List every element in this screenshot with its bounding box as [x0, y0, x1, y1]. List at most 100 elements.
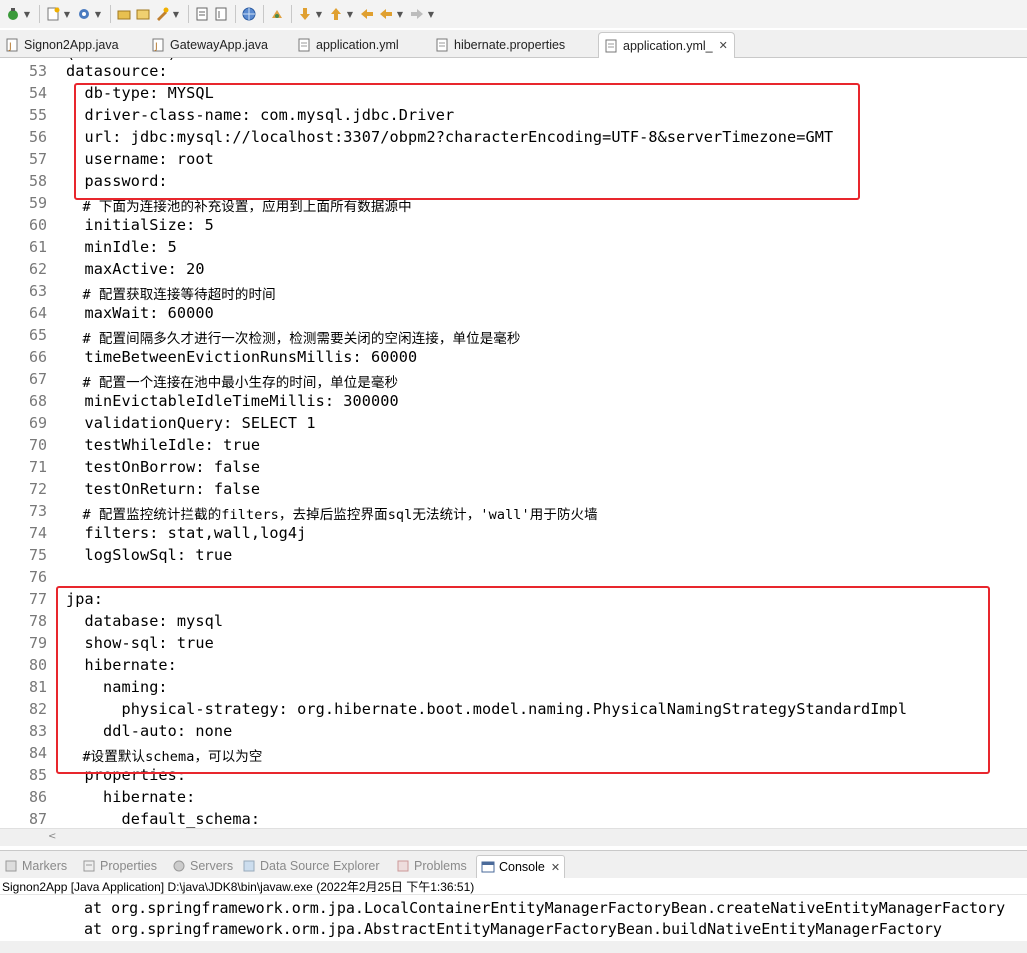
view-tab-console[interactable]: Console ✕ — [476, 855, 566, 878]
line-number: 59 — [28, 194, 47, 212]
chevron-down-icon[interactable]: ▼ — [94, 5, 102, 23]
java-file-icon: J — [152, 38, 164, 52]
prev-annotation-icon[interactable] — [327, 5, 345, 23]
view-tab-label: Problems — [414, 859, 467, 873]
main-toolbar: ▼ ▼ ▼ ▼ ▼ ▼ ▼ ▼ — [0, 0, 1027, 28]
line-number: 81 — [28, 678, 47, 696]
next-annotation-icon[interactable] — [296, 5, 314, 23]
search-icon[interactable] — [268, 5, 286, 23]
last-edit-icon[interactable] — [358, 5, 376, 23]
data-source-icon — [242, 859, 256, 873]
scroll-left-icon[interactable]: < — [48, 831, 56, 842]
code-line: hibernate: — [66, 788, 196, 806]
globe-icon[interactable] — [240, 5, 258, 23]
chevron-down-icon[interactable]: ▼ — [427, 5, 435, 23]
settings-icon[interactable] — [75, 5, 93, 23]
chevron-down-icon[interactable]: ▼ — [396, 5, 404, 23]
line-number: 73 — [28, 502, 47, 520]
horizontal-scrollbar[interactable]: < — [0, 828, 1027, 846]
line-number: 64 — [28, 304, 47, 322]
line-number: 82 — [28, 700, 47, 718]
view-tab-problems[interactable]: Problems — [396, 855, 467, 877]
console-output[interactable]: at org.springframework.orm.jpa.LocalCont… — [0, 895, 1027, 941]
view-tab-data-source-explorer[interactable]: Data Source Explorer — [242, 855, 380, 877]
back-icon[interactable] — [377, 5, 395, 23]
open-folder-icon[interactable] — [115, 5, 133, 23]
code-line: testOnBorrow: false — [66, 458, 261, 476]
tab-label: application.yml — [316, 38, 399, 52]
forward-icon[interactable] — [408, 5, 426, 23]
outline-icon[interactable] — [212, 5, 230, 23]
toolbar-separator — [188, 5, 189, 23]
line-number: 67 — [28, 370, 47, 388]
bottom-view-tabs: Markers Properties Servers Data Source E… — [0, 850, 1027, 878]
tab-application-yml[interactable]: application.yml — [298, 32, 399, 58]
chevron-down-icon[interactable]: ▼ — [172, 5, 180, 23]
build-icon[interactable] — [153, 5, 171, 23]
line-number: 53 — [28, 62, 47, 80]
code-line: maxWait: 60000 — [66, 304, 214, 322]
new-icon[interactable] — [44, 5, 62, 23]
tab-label: application.yml_ — [623, 38, 713, 53]
console-process-label: Signon2App [Java Application] D:\java\JD… — [0, 878, 1027, 895]
line-number: 80 — [28, 656, 47, 674]
chevron-down-icon[interactable]: ▼ — [63, 5, 71, 23]
line-number: 70 — [28, 436, 47, 454]
java-file-icon: J — [6, 38, 18, 52]
debug-icon[interactable] — [4, 5, 22, 23]
line-number: 84 — [28, 744, 47, 762]
tab-application-yml-active[interactable]: application.yml_ ✕ — [598, 32, 735, 58]
chevron-down-icon[interactable]: ▼ — [346, 5, 354, 23]
view-tab-properties[interactable]: Properties — [82, 855, 157, 877]
code-line: testOnReturn: false — [66, 480, 261, 498]
open-file-icon[interactable] — [134, 5, 152, 23]
highlight-box-jpa — [56, 586, 990, 774]
servers-icon — [172, 859, 186, 873]
chevron-down-icon[interactable]: ▼ — [315, 5, 323, 23]
tab-gatewayapp-java[interactable]: J GatewayApp.java — [152, 32, 268, 58]
line-number: 75 — [28, 546, 47, 564]
line-number: 71 — [28, 458, 47, 476]
line-number: 62 — [28, 260, 47, 278]
line-number: 63 — [28, 282, 47, 300]
view-tab-markers[interactable]: Markers — [4, 855, 67, 877]
close-icon[interactable]: ✕ — [719, 39, 728, 52]
console-icon — [481, 860, 495, 874]
code-line: timeBetweenEvictionRunsMillis: 60000 — [66, 348, 418, 366]
line-number: 74 — [28, 524, 47, 542]
highlight-box-datasource — [74, 83, 860, 200]
line-number: 72 — [28, 480, 47, 498]
console-horizontal-scrollbar[interactable] — [0, 941, 1027, 953]
tab-hibernate-properties[interactable]: hibernate.properties — [436, 32, 565, 58]
code-comment-line: # 配置一个连接在池中最小生存的时间，单位是毫秒 — [66, 375, 399, 391]
code-comment-line: # 配置获取连接等待超时的时间 — [66, 287, 276, 303]
line-number: 66 — [28, 348, 47, 366]
line-number: 68 — [28, 392, 47, 410]
line-number: 83 — [28, 722, 47, 740]
close-icon[interactable]: ✕ — [551, 861, 560, 874]
code-line: maxActive: 20 — [66, 260, 205, 278]
view-tab-label: Servers — [190, 859, 234, 873]
toolbar-separator — [291, 5, 292, 23]
toolbar-separator — [235, 5, 236, 23]
view-tab-label: Properties — [100, 859, 157, 873]
tab-label: hibernate.properties — [454, 38, 566, 52]
tab-label: GatewayApp.java — [170, 38, 268, 52]
console-line: at org.springframework.orm.jpa.AbstractE… — [84, 920, 942, 938]
task-list-icon[interactable] — [193, 5, 211, 23]
line-number: 78 — [28, 612, 47, 630]
code-comment-line: # 配置间隔多久才进行一次检测，检测需要关闭的空闲连接，单位是毫秒 — [66, 331, 521, 347]
tab-signon2app-java[interactable]: J Signon2App.java — [6, 32, 119, 58]
code-comment-line: # 配置监控统计拦截的filters，去掉后监控界面sql无法统计，'wall'… — [66, 507, 598, 523]
code-editor[interactable]: ( ) 53datasource:54 db-type: MYSQL55 dri… — [0, 58, 1027, 828]
chevron-down-icon[interactable]: ▼ — [23, 5, 31, 23]
line-number: 79 — [28, 634, 47, 652]
file-icon — [605, 39, 617, 53]
code-line: default_schema: — [66, 810, 261, 828]
view-tab-label: Data Source Explorer — [260, 859, 380, 873]
svg-text:J: J — [154, 42, 158, 52]
code-line: minIdle: 5 — [66, 238, 177, 256]
line-number: 65 — [28, 326, 47, 344]
view-tab-servers[interactable]: Servers — [172, 855, 233, 877]
line-number: 54 — [28, 84, 47, 102]
